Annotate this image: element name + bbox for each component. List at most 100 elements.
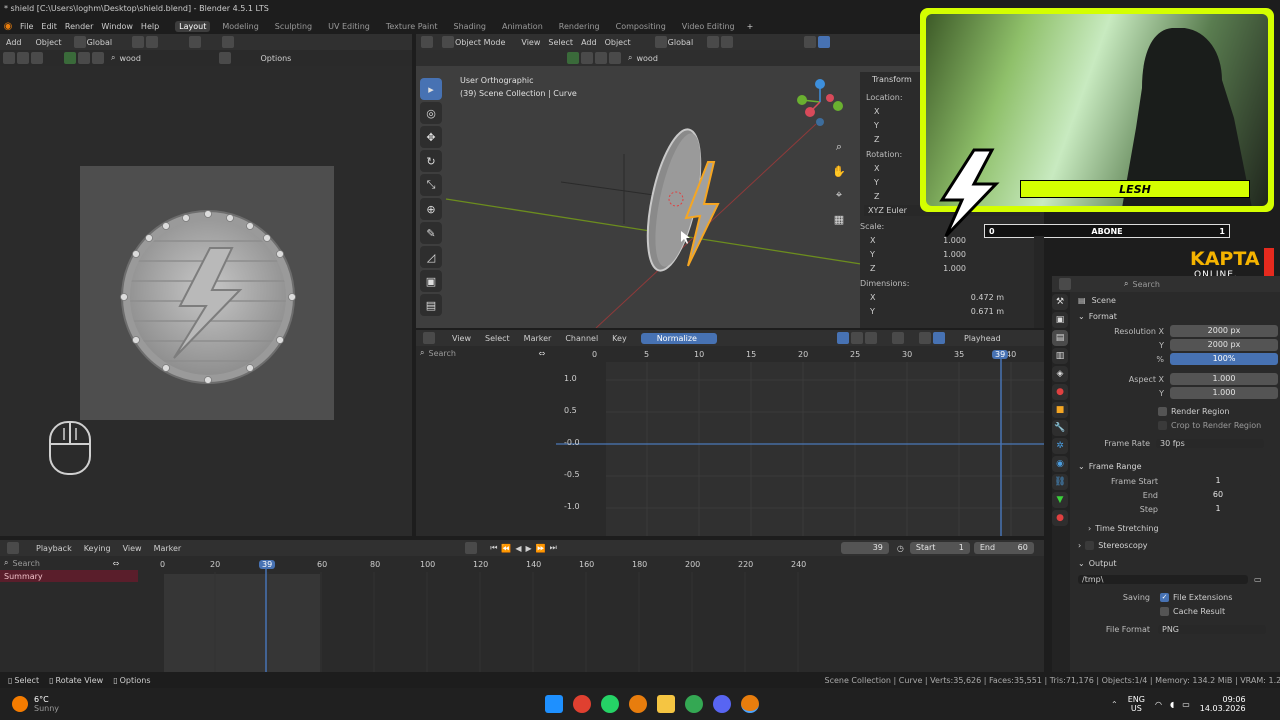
- tab-video-editing[interactable]: Video Editing: [678, 21, 739, 32]
- menu-render[interactable]: Render: [61, 21, 97, 32]
- menu-help[interactable]: Help: [137, 21, 163, 32]
- add-workspace-button[interactable]: +: [743, 21, 758, 32]
- stereoscopy-header[interactable]: › Stereoscopy: [1074, 536, 1278, 554]
- filter-icon-b[interactable]: [92, 52, 104, 64]
- orientation-icon[interactable]: [73, 36, 86, 48]
- gizmo-icon[interactable]: [222, 36, 235, 48]
- tab-shading[interactable]: Shading: [449, 21, 490, 32]
- tab-sculpting[interactable]: Sculpting: [271, 21, 316, 32]
- particles-tab-icon[interactable]: ✲: [1052, 438, 1068, 454]
- tab-rendering[interactable]: Rendering: [555, 21, 604, 32]
- proportional-icon[interactable]: [146, 36, 159, 48]
- format-panel-header[interactable]: ⌄ Format: [1074, 308, 1278, 324]
- navigation-gizmo[interactable]: [790, 76, 850, 128]
- material-tab-icon[interactable]: ●: [1052, 510, 1068, 526]
- ortho-grid-icon[interactable]: ▦: [828, 208, 850, 230]
- snap-icon[interactable]: [132, 36, 145, 48]
- fstart-field[interactable]: 1: [1164, 475, 1272, 487]
- whatsapp-icon[interactable]: [601, 695, 620, 713]
- graph-current-frame[interactable]: 39: [992, 350, 1009, 359]
- tray-chevron-icon[interactable]: ⌃: [1111, 700, 1118, 709]
- blender-active-icon[interactable]: [741, 695, 760, 713]
- graph-editor[interactable]: View Select Marker Channel Key Normalize…: [416, 330, 1044, 536]
- file-explorer-icon[interactable]: [657, 695, 676, 713]
- fend-field[interactable]: 60: [1164, 489, 1272, 501]
- tl-current-frame[interactable]: 39: [259, 560, 276, 569]
- stereo-checkbox[interactable]: [1085, 540, 1095, 550]
- object-tab-icon[interactable]: ■: [1052, 402, 1068, 418]
- tool-icon-c[interactable]: [31, 52, 43, 64]
- dim-x-value[interactable]: 0.472 m: [971, 293, 1004, 302]
- tool-icon-a[interactable]: [3, 52, 15, 64]
- constraints-tab-icon[interactable]: ⛓: [1052, 474, 1068, 490]
- tab-uv-editing[interactable]: UV Editing: [324, 21, 374, 32]
- material-icon[interactable]: [64, 52, 76, 64]
- scale-y-value[interactable]: 1.000: [943, 250, 966, 259]
- scale-z-value[interactable]: 1.000: [943, 264, 966, 273]
- left-options-menu[interactable]: Options: [256, 53, 295, 64]
- filter-icon-a[interactable]: [78, 52, 90, 64]
- wifi-icon[interactable]: ◠: [1155, 700, 1162, 709]
- crop-row[interactable]: Crop to Render Region: [1074, 418, 1278, 432]
- step-field[interactable]: 1: [1164, 503, 1272, 515]
- tab-layout[interactable]: Layout: [175, 20, 211, 32]
- pct-field[interactable]: 100%: [1170, 353, 1278, 365]
- timeline-frame-ruler[interactable]: 0 20 40 60 80 100 120 140 160 180 200 22…: [140, 560, 1040, 572]
- blender-logo-icon[interactable]: ◉: [0, 21, 16, 32]
- zoom-icon[interactable]: ⌕: [828, 136, 850, 158]
- tab-compositing[interactable]: Compositing: [612, 21, 670, 32]
- camera-view-icon[interactable]: ⌖: [828, 184, 850, 206]
- dim-y-row[interactable]: Y 0.671 m: [860, 304, 1044, 318]
- menu-edit[interactable]: Edit: [37, 21, 61, 32]
- crop-checkbox[interactable]: [1158, 420, 1167, 430]
- clock[interactable]: 09:06 14.03.2026: [1200, 695, 1246, 713]
- graph-frame-ruler[interactable]: 0 5 10 15 20 25 30 35 40 39: [586, 350, 1044, 362]
- scene-tab-icon[interactable]: ◈: [1052, 366, 1068, 382]
- aspy-field[interactable]: 1.000: [1170, 387, 1278, 399]
- frame-range-header[interactable]: ⌄ Frame Range: [1074, 458, 1278, 474]
- language-indicator[interactable]: ENG US: [1128, 695, 1145, 713]
- folder-icon[interactable]: ▭: [1254, 575, 1262, 584]
- menu-window[interactable]: Window: [97, 21, 137, 32]
- file-format-select[interactable]: PNG: [1158, 624, 1266, 634]
- discord-icon[interactable]: [713, 695, 732, 713]
- left-add-menu[interactable]: Add: [2, 37, 26, 48]
- volume-icon[interactable]: ◖: [1170, 700, 1174, 709]
- modifier-tab-icon[interactable]: 🔧: [1052, 420, 1068, 436]
- chrome-icon[interactable]: [573, 695, 592, 713]
- left-search-value[interactable]: wood: [119, 54, 179, 63]
- aspx-field[interactable]: 1.000: [1170, 373, 1278, 385]
- weather-icon[interactable]: [12, 696, 28, 712]
- framerate-select[interactable]: 30 fps: [1156, 438, 1264, 448]
- weather-widget[interactable]: 6°C Sunny: [34, 695, 59, 713]
- file-ext-checkbox[interactable]: ✓: [1160, 592, 1169, 602]
- render-tab-icon[interactable]: ▣: [1052, 312, 1068, 328]
- left-orientation[interactable]: Global: [87, 38, 113, 47]
- world-tab-icon[interactable]: ●: [1052, 384, 1068, 400]
- resy-field[interactable]: 2000 px: [1170, 339, 1278, 351]
- dim-y-value[interactable]: 0.671 m: [971, 307, 1004, 316]
- output-header[interactable]: ⌄ Output: [1074, 554, 1278, 572]
- render-region-row[interactable]: Render Region: [1074, 404, 1278, 418]
- cache-checkbox[interactable]: [1160, 606, 1169, 616]
- physics-tab-icon[interactable]: ◉: [1052, 456, 1068, 472]
- dim-x-row[interactable]: X 0.472 m: [860, 290, 1044, 304]
- props-search-input[interactable]: Search: [1132, 280, 1159, 289]
- image-canvas[interactable]: [80, 166, 334, 420]
- tab-texture-paint[interactable]: Texture Paint: [382, 21, 442, 32]
- blender-task-icon[interactable]: [629, 695, 648, 713]
- resx-field[interactable]: 2000 px: [1170, 325, 1278, 337]
- props-editor-type-icon[interactable]: [1059, 278, 1071, 290]
- view-layer-tab-icon[interactable]: ▥: [1052, 348, 1068, 364]
- tool-icon-b[interactable]: [17, 52, 29, 64]
- data-tab-icon[interactable]: ▼: [1052, 492, 1068, 508]
- chrome-alt-icon[interactable]: [685, 695, 704, 713]
- output-tab-icon[interactable]: ▤: [1052, 330, 1068, 346]
- battery-icon[interactable]: ▭: [1182, 700, 1190, 709]
- render-region-checkbox[interactable]: [1158, 406, 1167, 416]
- scale-y-row[interactable]: Y 1.000: [860, 247, 1044, 261]
- pan-hand-icon[interactable]: ✋: [828, 160, 850, 182]
- menu-file[interactable]: File: [16, 21, 37, 32]
- pivot-icon[interactable]: [189, 36, 202, 48]
- timeline-editor[interactable]: Playback Keying View Marker ⏮ ⏪ ◀ ▶ ⏩ ⏭ …: [0, 540, 1044, 672]
